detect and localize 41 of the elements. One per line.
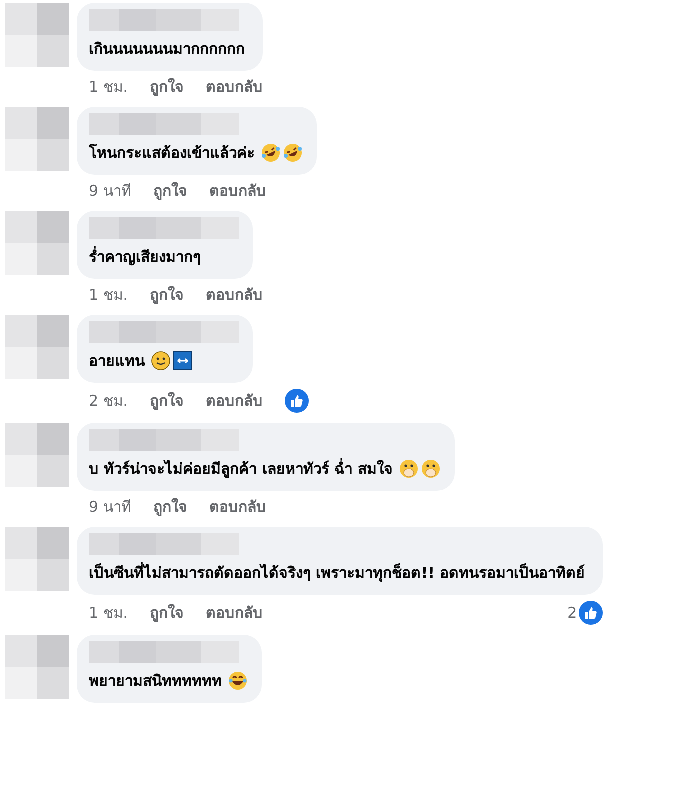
thumbs-up-icon[interactable] [579, 601, 604, 625]
pixelated-avatar [5, 423, 69, 487]
reply-link[interactable]: ตอบกลับ [206, 77, 264, 97]
comment-text: บ ทัวร์น่าจะไม่ค่อยมีลูกค้า เลยหาทัวร์ ฉ่ำ สมใจ [89, 457, 393, 480]
reply-link[interactable]: ตอบกลับ [209, 497, 266, 517]
comment-text: เกินนนนนนนมากกกกกก [89, 39, 245, 60]
comment-text: อายแทน [89, 351, 145, 372]
reply-link[interactable]: ตอบกลับ [206, 285, 264, 305]
pixelated-avatar [5, 211, 69, 275]
comment-time[interactable]: 9 นาที [89, 181, 132, 201]
like-link[interactable]: ถูกใจ [153, 181, 188, 201]
reply-link[interactable]: ตอบกลับ [209, 181, 266, 201]
pixelated-avatar [5, 3, 69, 67]
like-link[interactable]: ถูกใจ [150, 285, 184, 305]
laughing-face-icon [228, 671, 248, 691]
comment-text: เป็นซีนที่ไม่สามารถตัดออกได้จริงๆ เพราะมาทุกช็อต!! อดทนรอมาเป็นอาทิตย์ [89, 561, 586, 584]
comment-time[interactable]: 1 ชม. [89, 77, 128, 97]
like-link[interactable]: ถูกใจ [153, 497, 188, 517]
like-link[interactable]: ถูกใจ [150, 603, 184, 623]
comment-text: พยายามสนิทททททท [89, 671, 222, 692]
comment-time[interactable]: 9 นาที [89, 497, 132, 517]
comment-text: โหนกระแสต้องเข้าแล้วค่ะ [89, 143, 255, 164]
smiling-face-icon [151, 351, 171, 371]
thumbs-up-icon[interactable] [285, 389, 310, 413]
comment-time[interactable]: 1 ชม. [89, 285, 128, 305]
laughing-face-icon [261, 143, 281, 163]
pixelated-avatar [5, 635, 69, 699]
like-link[interactable]: ถูกใจ [150, 77, 184, 97]
pixelated-avatar [5, 107, 69, 171]
like-link[interactable]: ถูกใจ [150, 391, 184, 411]
comment-time[interactable]: 2 ชม. [89, 391, 128, 411]
reply-link[interactable]: ตอบกลับ [206, 391, 264, 411]
laughing-face-icon [283, 143, 303, 163]
face-with-hand-icon [420, 459, 441, 479]
face-with-hand-icon [398, 459, 419, 479]
reaction-count: 2 [568, 603, 578, 623]
pixelated-avatar [5, 527, 69, 591]
comment-text: ร่ำคาญเสียงมากๆ [89, 245, 201, 268]
pixelated-avatar [5, 315, 69, 379]
reply-link[interactable]: ตอบกลับ [206, 603, 264, 623]
comment-time[interactable]: 1 ชม. [89, 603, 128, 623]
